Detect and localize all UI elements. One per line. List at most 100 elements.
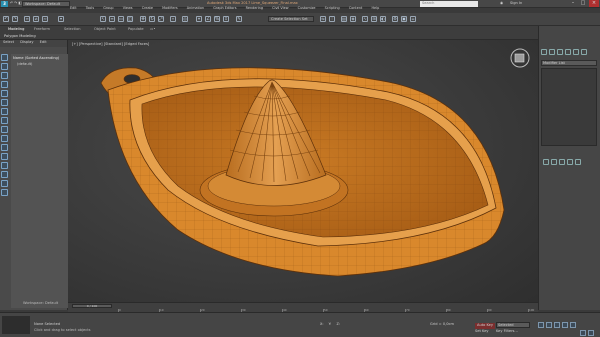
rect-selection-icon[interactable]: ▭ (118, 16, 124, 22)
coord-z-label[interactable]: Z: (337, 322, 340, 326)
orbit-icon[interactable] (588, 330, 594, 336)
menu-scripting[interactable]: Scripting (325, 6, 340, 10)
modifier-list-dropdown[interactable]: Modifier List (541, 60, 597, 66)
menu-modifiers[interactable]: Modifiers (162, 6, 177, 10)
filter-none-icon[interactable] (1, 171, 8, 178)
key-mode-select[interactable]: Selected (496, 322, 530, 328)
filter-containers-icon[interactable] (1, 135, 8, 142)
menu-graph-editors[interactable]: Graph Editors (213, 6, 236, 10)
explorer-workspace-label[interactable]: Workspace: Default (23, 301, 58, 305)
remove-modifier-icon[interactable] (567, 159, 573, 165)
set-key-button[interactable]: Set Key (475, 329, 489, 334)
graphite-icon[interactable]: ◈ (350, 16, 356, 22)
play-icon[interactable] (554, 322, 560, 328)
next-frame-icon[interactable] (562, 322, 568, 328)
explorer-tab-display[interactable]: Display (20, 40, 33, 44)
workspace-select[interactable]: Workspace: Default (22, 1, 70, 7)
auto-key-button[interactable]: Auto Key (475, 323, 496, 329)
coord-y-label[interactable]: Y: (329, 322, 332, 326)
schematic-icon[interactable]: ⊞ (371, 16, 377, 22)
utilities-tab-icon[interactable] (581, 49, 587, 55)
close-button[interactable]: × (589, 0, 599, 7)
menu-customize[interactable]: Customize (298, 6, 316, 10)
menu-civil-view[interactable]: Civil View (272, 6, 288, 10)
menu-group[interactable]: Group (103, 6, 113, 10)
perspective-viewport[interactable]: [+] [Perspective] [Standard] [Edged Face… (68, 40, 538, 310)
timeline[interactable]: 0 / 100 0 10 20 30 40 50 60 70 80 90 100 (68, 302, 538, 312)
juicer-model[interactable] (68, 40, 538, 310)
undo-icon[interactable]: ↶ (3, 16, 9, 22)
motion-tab-icon[interactable] (565, 49, 571, 55)
time-slider[interactable]: 0 / 100 (72, 304, 112, 308)
menu-rendering[interactable]: Rendering (246, 6, 263, 10)
filter-spacewarps-icon[interactable] (1, 99, 8, 106)
menu-edit[interactable]: Edit (70, 6, 77, 10)
filter-lights-icon[interactable] (1, 72, 8, 79)
layer-icon[interactable]: ▤ (341, 16, 347, 22)
select-by-name-icon[interactable]: ≡ (109, 16, 115, 22)
find-icon[interactable] (1, 189, 8, 196)
list-item[interactable]: (default) (17, 62, 32, 66)
filter-invert-icon[interactable] (1, 180, 8, 187)
zoom-icon[interactable] (580, 330, 586, 336)
app-logo-icon[interactable]: 3 (1, 1, 8, 7)
coord-x-label[interactable]: X: (320, 322, 323, 326)
user-icon[interactable]: ◉ (500, 1, 503, 6)
redo-icon[interactable]: ↷ (12, 16, 18, 22)
menu-animation[interactable]: Animation (187, 6, 204, 10)
pin-stack-icon[interactable] (543, 159, 549, 165)
move-icon[interactable]: ✥ (140, 16, 146, 22)
ribbon-panel-label[interactable]: Polygon Modeling (4, 34, 36, 38)
edit-named-sel-icon[interactable]: ✎ (236, 16, 242, 22)
tab-modeling[interactable]: Modeling (8, 27, 24, 31)
minimize-button[interactable]: – (568, 0, 578, 7)
unlink-icon[interactable]: ≠ (33, 16, 39, 22)
align-icon[interactable]: ⫶ (329, 16, 335, 22)
display-tab-icon[interactable] (573, 49, 579, 55)
curve-editor-icon[interactable]: ∿ (362, 16, 368, 22)
tab-populate[interactable]: Populate (128, 27, 144, 31)
render-setup-icon[interactable]: ⚙ (392, 16, 398, 22)
goto-end-icon[interactable] (570, 322, 576, 328)
hierarchy-tab-icon[interactable] (557, 49, 563, 55)
menu-content[interactable]: Content (349, 6, 363, 10)
window-crossing-icon[interactable]: ◫ (127, 16, 133, 22)
key-filters-button[interactable]: Key Filters... (496, 329, 518, 334)
menu-help[interactable]: Help (372, 6, 380, 10)
show-end-result-icon[interactable] (551, 159, 557, 165)
explorer-tab-edit[interactable]: Edit (40, 40, 47, 44)
select-object-icon[interactable]: ↖ (100, 16, 106, 22)
configure-modifier-sets-icon[interactable] (575, 159, 581, 165)
filter-cameras-icon[interactable] (1, 81, 8, 88)
filter-xrefs-icon[interactable] (1, 117, 8, 124)
search-input[interactable]: Search (420, 1, 478, 7)
selection-filter-icon[interactable]: ▾ (58, 16, 64, 22)
prev-frame-icon[interactable] (546, 322, 552, 328)
maximize-button[interactable]: □ (578, 0, 588, 7)
bind-space-warp-icon[interactable]: ≈ (42, 16, 48, 22)
reference-coord-icon[interactable]: ▿ (170, 16, 176, 22)
pivot-icon[interactable]: ◎ (182, 16, 188, 22)
create-tab-icon[interactable] (541, 49, 547, 55)
spinner-snap-icon[interactable]: ⇕ (223, 16, 229, 22)
filter-all-icon[interactable] (1, 162, 8, 169)
ribbon-toggle-icon[interactable]: ▭• (150, 27, 156, 31)
menu-create[interactable]: Create (142, 6, 153, 10)
menu-tools[interactable]: Tools (86, 6, 94, 10)
angle-snap-icon[interactable]: ∠ (205, 16, 211, 22)
filter-bones-icon[interactable] (1, 126, 8, 133)
link-icon[interactable]: ∞ (24, 16, 30, 22)
percent-snap-icon[interactable]: % (214, 16, 220, 22)
menu-views[interactable]: Views (123, 6, 133, 10)
filter-geometry-icon[interactable] (1, 54, 8, 61)
render-frame-icon[interactable]: ▣ (401, 16, 407, 22)
filter-frozen-icon[interactable] (1, 144, 8, 151)
tab-object-paint[interactable]: Object Paint (94, 27, 116, 31)
filter-hidden-icon[interactable] (1, 153, 8, 160)
maxscript-listener[interactable] (2, 316, 30, 334)
goto-start-icon[interactable] (538, 322, 544, 328)
scale-icon[interactable]: ⤢ (158, 16, 164, 22)
sign-in-link[interactable]: Sign In (510, 1, 522, 6)
viewcube-icon[interactable] (510, 48, 530, 68)
explorer-tab-select[interactable]: Select (3, 40, 14, 44)
